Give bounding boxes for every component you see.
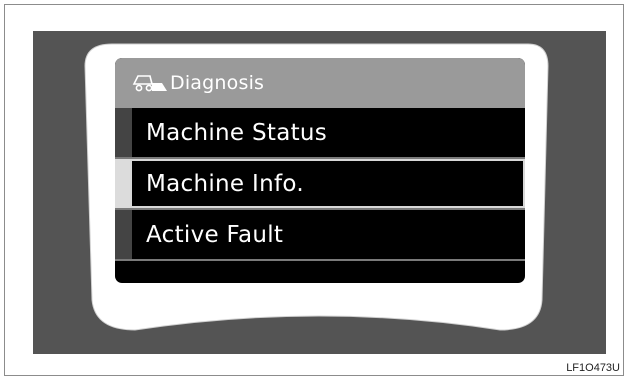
menu-item-active-fault[interactable]: Active Fault: [115, 210, 525, 259]
menu-item-machine-info[interactable]: Machine Info.: [115, 159, 525, 208]
menu-item-marker: [115, 159, 132, 208]
menu-divider: [115, 259, 525, 261]
menu-item-marker: [115, 210, 132, 259]
page-title: Diagnosis: [170, 72, 265, 94]
menu-item-label: Machine Status: [146, 119, 328, 146]
screen-header: Diagnosis: [115, 58, 525, 108]
menu-item-label: Active Fault: [146, 221, 284, 248]
excavator-icon: [132, 75, 167, 92]
menu-item-label: Machine Info.: [146, 170, 304, 197]
menu-item-machine-status[interactable]: Machine Status: [115, 108, 525, 157]
figure-code: LF1O473U: [566, 362, 620, 374]
menu-item-marker: [115, 108, 132, 157]
display-screen: Diagnosis Machine Status Machine Info. A…: [115, 58, 525, 283]
